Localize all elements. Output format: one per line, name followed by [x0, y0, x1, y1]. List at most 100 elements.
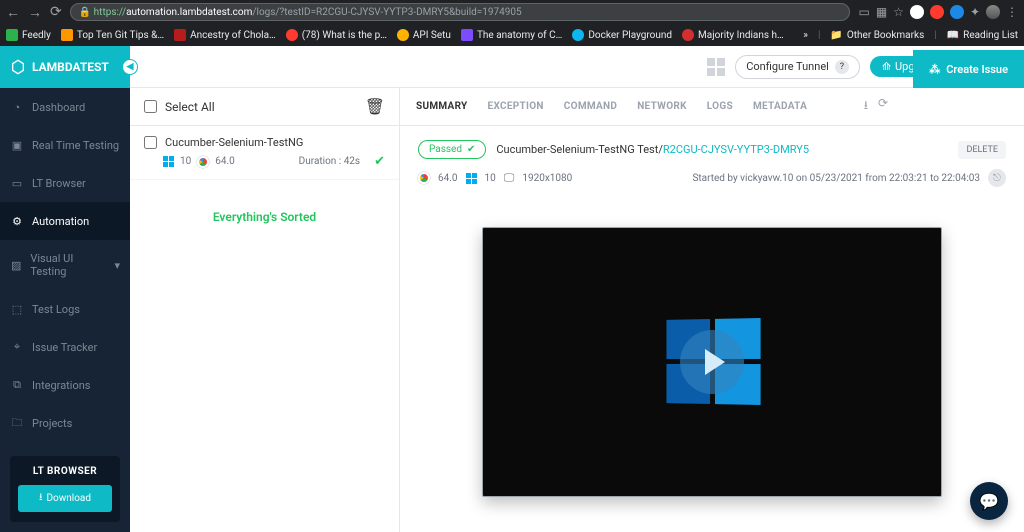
pass-check-icon: ✔ [374, 154, 385, 169]
play-icon[interactable] [680, 330, 744, 394]
ext-icon-2[interactable] [930, 5, 944, 19]
test-name: Cucumber-Selenium-TestNG [165, 136, 303, 149]
status-badge: Passed ✔ [418, 140, 486, 159]
bug-icon: ⁂ [929, 63, 940, 76]
logo-icon [10, 59, 26, 75]
bug-icon: ⌖ [10, 340, 24, 354]
reading-list[interactable]: 📖 Reading List [947, 30, 1018, 41]
test-title: Cucumber-Selenium-TestNG Test/R2CGU-CJYS… [496, 143, 809, 156]
download-logs-icon[interactable]: ⭳ [864, 96, 868, 117]
bookmark-item[interactable]: Ancestry of Chola… [174, 29, 276, 41]
test-list-panel: Select All 🗑 Cucumber-Selenium-TestNG 10… [130, 88, 400, 532]
test-checkbox[interactable] [144, 136, 157, 149]
tab-summary[interactable]: SUMMARY [416, 101, 468, 112]
configure-tunnel-button[interactable]: Configure Tunnel ? [735, 55, 860, 79]
bookmark-icon [286, 29, 298, 41]
cast-icon[interactable]: ▭ [858, 5, 869, 19]
sidebar-item-visual[interactable]: ▨Visual UI Testing▾ [0, 240, 130, 290]
sorted-message: Everything's Sorted [130, 180, 399, 254]
ltbrowser-icon: ▭ [10, 176, 24, 190]
browser-chrome: ← → ⟳ 🔒 https:// automation.lambdatest.c… [0, 0, 1024, 46]
extensions-icon[interactable]: ✦ [970, 5, 980, 19]
test-list-item[interactable]: Cucumber-Selenium-TestNG 10 64.0 Duratio… [130, 126, 399, 180]
reload-icon[interactable]: ⟳ [50, 4, 62, 20]
apps-grid-icon[interactable] [707, 58, 725, 76]
duration-label: Duration : 42s [299, 156, 360, 167]
chrome-icon [418, 172, 430, 184]
ext-icon-3[interactable] [950, 5, 964, 19]
download-button[interactable]: ⭳Download [18, 485, 112, 512]
sidebar-collapse-button[interactable]: ◀ [122, 59, 138, 75]
bookmarks-overflow[interactable]: » [803, 30, 808, 41]
details-tabs: SUMMARY EXCEPTION COMMAND NETWORK LOGS M… [400, 88, 1024, 126]
lt-browser-promo: LT BROWSER ⭳Download [10, 456, 120, 522]
back-icon[interactable]: ← [6, 4, 20, 21]
ext-icon-1[interactable] [910, 5, 924, 19]
select-all-checkbox[interactable] [144, 100, 157, 113]
bookmark-item[interactable]: Feedly [6, 29, 51, 41]
sidebar-item-projects[interactable]: 🗀Projects [0, 404, 130, 442]
sidebar-item-realtime[interactable]: ▣Real Time Testing [0, 126, 130, 164]
video-player[interactable] [482, 227, 942, 497]
url-domain: automation.lambdatest.com [126, 7, 252, 18]
menu-icon[interactable]: ⋮ [1006, 5, 1018, 19]
bookmark-item[interactable]: Top Ten Git Tips &… [61, 29, 164, 41]
delete-button[interactable]: DELETE [958, 141, 1006, 159]
integrations-icon: ⧉ [10, 378, 24, 392]
help-icon: ? [835, 60, 849, 74]
bookmark-item[interactable]: Docker Playground [572, 29, 672, 41]
test-id: R2CGU-CJYSV-YYTP3-DMRY5 [663, 143, 809, 156]
browser-toolbar: ← → ⟳ 🔒 https:// automation.lambdatest.c… [0, 0, 1024, 24]
bookmark-icon [6, 29, 18, 41]
sidebar-item-dashboard[interactable]: ◔Dashboard [0, 88, 130, 126]
started-by-label: Started by vickyavw.10 on 05/23/2021 fro… [692, 173, 980, 184]
sidebar-item-testlogs[interactable]: ⬚Test Logs [0, 290, 130, 328]
bookmark-icon [461, 29, 473, 41]
browser-version: 64.0 [215, 156, 235, 167]
bookmark-item[interactable]: (78) What is the p… [286, 29, 387, 41]
bookmark-icon [572, 29, 584, 41]
tab-logs[interactable]: LOGS [707, 101, 733, 112]
windows-icon [163, 156, 174, 167]
forward-icon[interactable]: → [28, 4, 42, 21]
profile-avatar[interactable] [986, 5, 1000, 19]
tab-exception[interactable]: EXCEPTION [488, 101, 544, 112]
sidebar-item-ltbrowser[interactable]: ▭LT Browser [0, 164, 130, 202]
realtime-icon: ▣ [10, 138, 24, 152]
os-version: 10 [180, 156, 191, 167]
sidebar-item-automation[interactable]: ⚙Automation [0, 202, 130, 240]
monitor-icon: 🖵 [504, 171, 515, 185]
bookmark-icon [682, 29, 694, 41]
sidebar-item-integrations[interactable]: ⧉Integrations [0, 366, 130, 404]
share-icon[interactable]: ⎋ [988, 169, 1006, 187]
check-icon: ✔ [467, 144, 475, 155]
details-panel: SUMMARY EXCEPTION COMMAND NETWORK LOGS M… [400, 88, 1024, 532]
create-issue-button[interactable]: ⁂ Create Issue [913, 50, 1024, 88]
chrome-extension-icons: ▭ ▦ ☆ ✦ ⋮ [858, 5, 1018, 19]
download-icon: ⭳ [39, 490, 43, 507]
bookmark-item[interactable]: Majority Indians h… [682, 29, 784, 41]
refresh-icon[interactable]: ⟳ [878, 96, 888, 117]
bookmark-item[interactable]: API Setu [397, 29, 451, 41]
tab-network[interactable]: NETWORK [637, 101, 687, 112]
url-https: https:// [94, 7, 126, 18]
brand-logo[interactable]: LAMBDATEST ◀ [0, 46, 130, 88]
qr-icon[interactable]: ▦ [876, 5, 887, 19]
bookmark-icon [174, 29, 186, 41]
visual-icon: ▨ [10, 258, 22, 272]
chat-support-button[interactable]: 💬 [970, 482, 1008, 520]
projects-icon: 🗀 [10, 416, 24, 430]
chrome-icon [197, 156, 209, 168]
tab-metadata[interactable]: METADATA [753, 101, 807, 112]
sidebar-item-issue[interactable]: ⌖Issue Tracker [0, 328, 130, 366]
other-bookmarks[interactable]: 📁 Other Bookmarks [830, 30, 924, 41]
trash-icon[interactable]: 🗑 [365, 97, 385, 116]
dashboard-icon: ◔ [10, 100, 24, 114]
star-icon[interactable]: ☆ [893, 5, 904, 19]
resolution-label: 1920x1080 [522, 173, 572, 184]
bookmarks-bar: Feedly Top Ten Git Tips &… Ancestry of C… [0, 24, 1024, 46]
bookmark-item[interactable]: The anatomy of C… [461, 29, 562, 41]
tab-command[interactable]: COMMAND [564, 101, 617, 112]
url-bar[interactable]: 🔒 https:// automation.lambdatest.com /lo… [70, 3, 851, 21]
select-all-label[interactable]: Select All [144, 100, 215, 114]
